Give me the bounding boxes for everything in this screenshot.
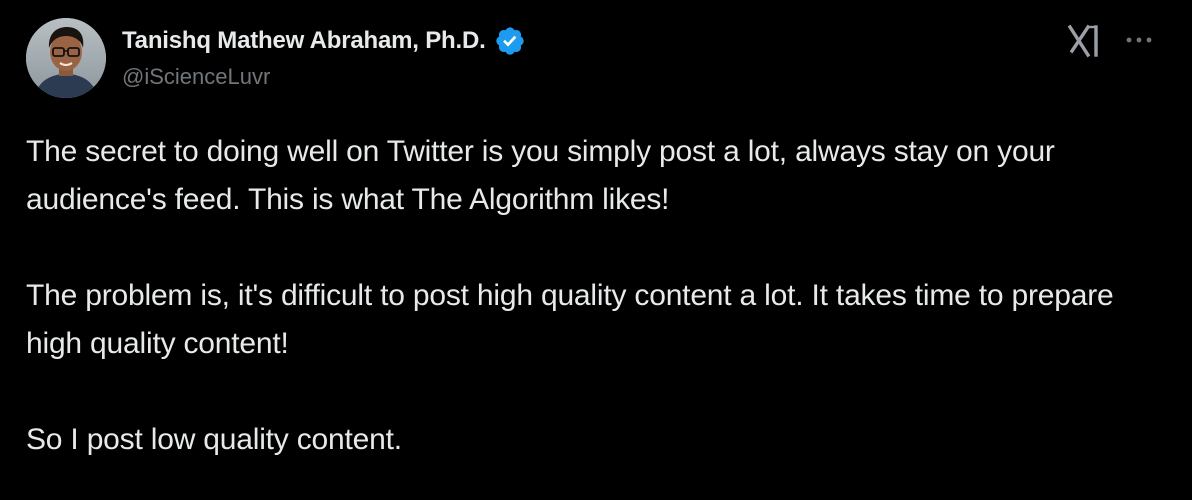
grok-button[interactable] xyxy=(1066,24,1106,58)
tweet-paragraph: The secret to doing well on Twitter is y… xyxy=(26,135,1055,216)
verified-badge-icon xyxy=(494,25,526,57)
avatar[interactable] xyxy=(26,18,106,98)
more-options-button[interactable] xyxy=(1122,27,1156,53)
tweet-text: The secret to doing well on Twitter is y… xyxy=(26,128,1166,464)
author-name-row: Tanishq Mathew Abraham, Ph.D. xyxy=(122,22,526,60)
tweet-paragraph: The problem is, it's difficult to post h… xyxy=(26,279,1114,360)
display-name[interactable]: Tanishq Mathew Abraham, Ph.D. xyxy=(122,27,486,55)
more-options-icon xyxy=(1126,37,1152,43)
author-handle[interactable]: @iScienceLuvr xyxy=(122,64,270,90)
profile-photo-icon xyxy=(26,18,106,98)
tweet-card: Tanishq Mathew Abraham, Ph.D. @iScienceL… xyxy=(0,0,1192,500)
tweet-paragraph: So I post low quality content. xyxy=(26,423,402,456)
grok-icon xyxy=(1067,24,1098,58)
